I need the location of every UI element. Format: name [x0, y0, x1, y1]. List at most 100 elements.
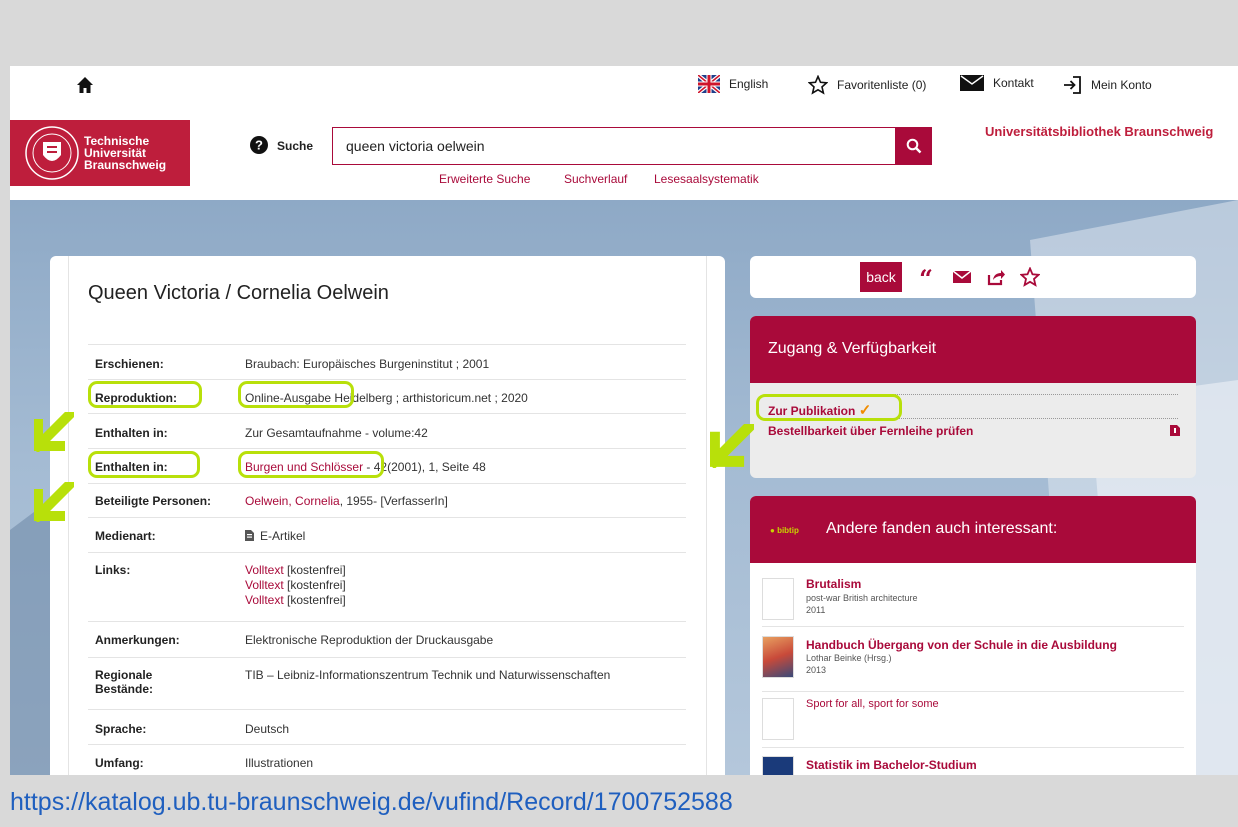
- detail-row-persons: Beteiligte Personen: Oelwein, Cornelia, …: [88, 483, 686, 517]
- panel-title: Andere fanden auch interessant:: [826, 520, 1058, 537]
- bibtip-logo: ● bibtip: [770, 526, 799, 535]
- fulltext-link-text[interactable]: Volltext: [245, 563, 284, 577]
- highlight-online-edition: [238, 381, 354, 408]
- label-line-1: Regionale: [95, 668, 153, 682]
- detail-value: Braubach: Europäisches Burgeninstitut ; …: [245, 357, 490, 371]
- advanced-search-link[interactable]: Erweiterte Suche: [439, 172, 530, 186]
- search-button[interactable]: [896, 127, 932, 165]
- fulltext-link-2[interactable]: Volltext [kostenfrei]: [245, 578, 346, 592]
- english-link[interactable]: English: [729, 77, 768, 91]
- cite-icon[interactable]: “: [916, 267, 936, 287]
- detail-row-language: Sprache: Deutsch: [88, 709, 686, 744]
- interlibrary-loan-link[interactable]: Bestellbarkeit über Fernleihe prüfen: [768, 424, 973, 438]
- reco-subtitle: Lothar Beinke (Hrsg.): [806, 653, 892, 663]
- mail-icon: [960, 75, 984, 91]
- help-icon[interactable]: ?: [250, 136, 268, 154]
- reading-room-link[interactable]: Lesesaalsystematik: [654, 172, 759, 186]
- label-line-2: Bestände:: [95, 682, 154, 696]
- fulltext-link-text[interactable]: Volltext: [245, 593, 284, 607]
- detail-value: E-Artikel: [245, 529, 305, 543]
- tu-logo[interactable]: Technische Universität Braunschweig: [10, 120, 190, 186]
- detail-label: Erschienen:: [95, 357, 164, 371]
- detail-label: Umfang:: [95, 756, 144, 770]
- contact-label: Kontakt: [993, 76, 1034, 90]
- list-item[interactable]: Sport for all, sport for some: [762, 694, 1184, 748]
- detail-label: Links:: [95, 563, 131, 577]
- reco-title[interactable]: Sport for all, sport for some: [806, 698, 939, 710]
- highlight-publication-link: [756, 394, 902, 421]
- account-link[interactable]: Mein Konto: [1062, 75, 1152, 95]
- fulltext-link-text[interactable]: Volltext: [245, 578, 284, 592]
- detail-row-extent: Umfang: Illustrationen: [88, 744, 686, 775]
- free-note: [kostenfrei]: [287, 578, 346, 592]
- home-icon[interactable]: [76, 76, 94, 94]
- detail-value: Elektronische Reproduktion der Druckausg…: [245, 633, 494, 647]
- utility-bar: English Favoritenliste (0) Kontakt Mein …: [10, 66, 1238, 104]
- page-url-caption[interactable]: https://katalog.ub.tu-braunschweig.de/vu…: [10, 788, 733, 817]
- holding-institution-link[interactable]: TIB – Leibniz-Informationszentrum Techni…: [245, 668, 610, 682]
- reco-subtitle: post-war British architecture: [806, 593, 918, 603]
- search-field[interactable]: [332, 127, 896, 165]
- university-seal-icon: [25, 126, 79, 180]
- list-item[interactable]: Statistik im Bachelor-Studium: [762, 752, 1184, 775]
- e-article-icon: [245, 530, 254, 541]
- mail-icon[interactable]: [952, 267, 972, 287]
- list-item[interactable]: Handbuch Übergang von der Schule in die …: [762, 630, 1184, 692]
- reco-year: 2013: [806, 665, 827, 675]
- account-label: Mein Konto: [1091, 78, 1152, 92]
- detail-label: Sprache:: [95, 722, 147, 736]
- search-input[interactable]: [333, 128, 895, 164]
- detail-label: Medienart:: [95, 529, 156, 543]
- detail-row-contained-in: Enthalten in: Zur Gesamtaufnahme - volum…: [88, 413, 686, 448]
- record-action-bar: back “: [750, 256, 1196, 298]
- fulltext-link-3[interactable]: Volltext [kostenfrei]: [245, 593, 346, 607]
- reco-title[interactable]: Handbuch Übergang von der Schule in die …: [806, 638, 1117, 652]
- panel-header: Zugang & Verfügbarkeit: [750, 316, 1196, 383]
- site-header: Technische Universität Braunschweig ? Su…: [10, 104, 1238, 200]
- list-item[interactable]: Brutalism post-war British architecture …: [762, 576, 1184, 627]
- panel-header: ● bibtip Andere fanden auch interessant:: [750, 496, 1196, 563]
- detail-row-notes: Anmerkungen: Elektronische Reproduktion …: [88, 621, 686, 657]
- annotation-arrow-icon: [34, 412, 74, 452]
- annotation-arrow-icon: [710, 424, 754, 468]
- library-title[interactable]: Universitätsbibliothek Braunschweig: [985, 124, 1213, 139]
- reco-year: 2011: [806, 605, 826, 615]
- star-icon: [808, 75, 828, 95]
- search-history-link[interactable]: Suchverlauf: [564, 172, 627, 186]
- sign-in-icon: [1064, 76, 1081, 94]
- svg-text:“: “: [919, 267, 933, 287]
- reco-title[interactable]: Statistik im Bachelor-Studium: [806, 758, 977, 772]
- browser-page: English Favoritenliste (0) Kontakt Mein …: [10, 66, 1238, 775]
- fulltext-link-1[interactable]: Volltext [kostenfrei]: [245, 563, 346, 577]
- media-type-text: E-Artikel: [260, 529, 306, 543]
- external-info-icon[interactable]: [1170, 425, 1180, 436]
- highlight-reproduction-label: [88, 381, 202, 408]
- annotation-arrow-icon: [34, 482, 74, 522]
- svg-text:?: ?: [255, 138, 263, 153]
- detail-value: Oelwein, Cornelia, 1955- [VerfasserIn]: [245, 494, 448, 508]
- back-button[interactable]: back: [860, 262, 902, 292]
- reco-title[interactable]: Brutalism: [806, 577, 861, 591]
- share-icon[interactable]: [986, 267, 1006, 287]
- author-role-text: , 1955- [VerfasserIn]: [339, 494, 448, 508]
- favorite-star-icon[interactable]: [1020, 267, 1040, 287]
- search-label: Suche: [277, 139, 314, 153]
- reproduction-publisher-text: Heidelberg ; arthistoricum.net ; 2020: [334, 391, 528, 405]
- detail-label: Regionale Bestände:: [95, 668, 153, 696]
- cover-thumbnail: [762, 756, 794, 775]
- language-switch[interactable]: English: [698, 75, 768, 93]
- detail-value: Zur Gesamtaufnahme - volume:42: [245, 426, 428, 440]
- detail-row-published: Erschienen: Braubach: Europäisches Burge…: [88, 344, 686, 379]
- university-name: Technische Universität Braunschweig: [84, 135, 166, 171]
- highlight-contained-in-label: [88, 451, 200, 478]
- detail-row-media-type: Medienart: E-Artikel: [88, 517, 686, 552]
- detail-value: Illustrationen: [245, 756, 314, 770]
- favorites-link[interactable]: Favoritenliste (0): [808, 75, 926, 95]
- contact-link[interactable]: Kontakt: [960, 75, 1034, 91]
- detail-row-regional-holdings: Regionale Bestände: TIB – Leibniz-Informa…: [88, 657, 686, 709]
- detail-row-links: Links: Volltext [kostenfrei] Volltext [k…: [88, 552, 686, 621]
- record-card: Queen Victoria / Cornelia Oelwein Erschi…: [50, 256, 725, 775]
- bibtip-logo-text: bibtip: [777, 526, 799, 535]
- author-link[interactable]: Oelwein, Cornelia: [245, 494, 340, 508]
- panel-title: Zugang & Verfügbarkeit: [768, 340, 937, 357]
